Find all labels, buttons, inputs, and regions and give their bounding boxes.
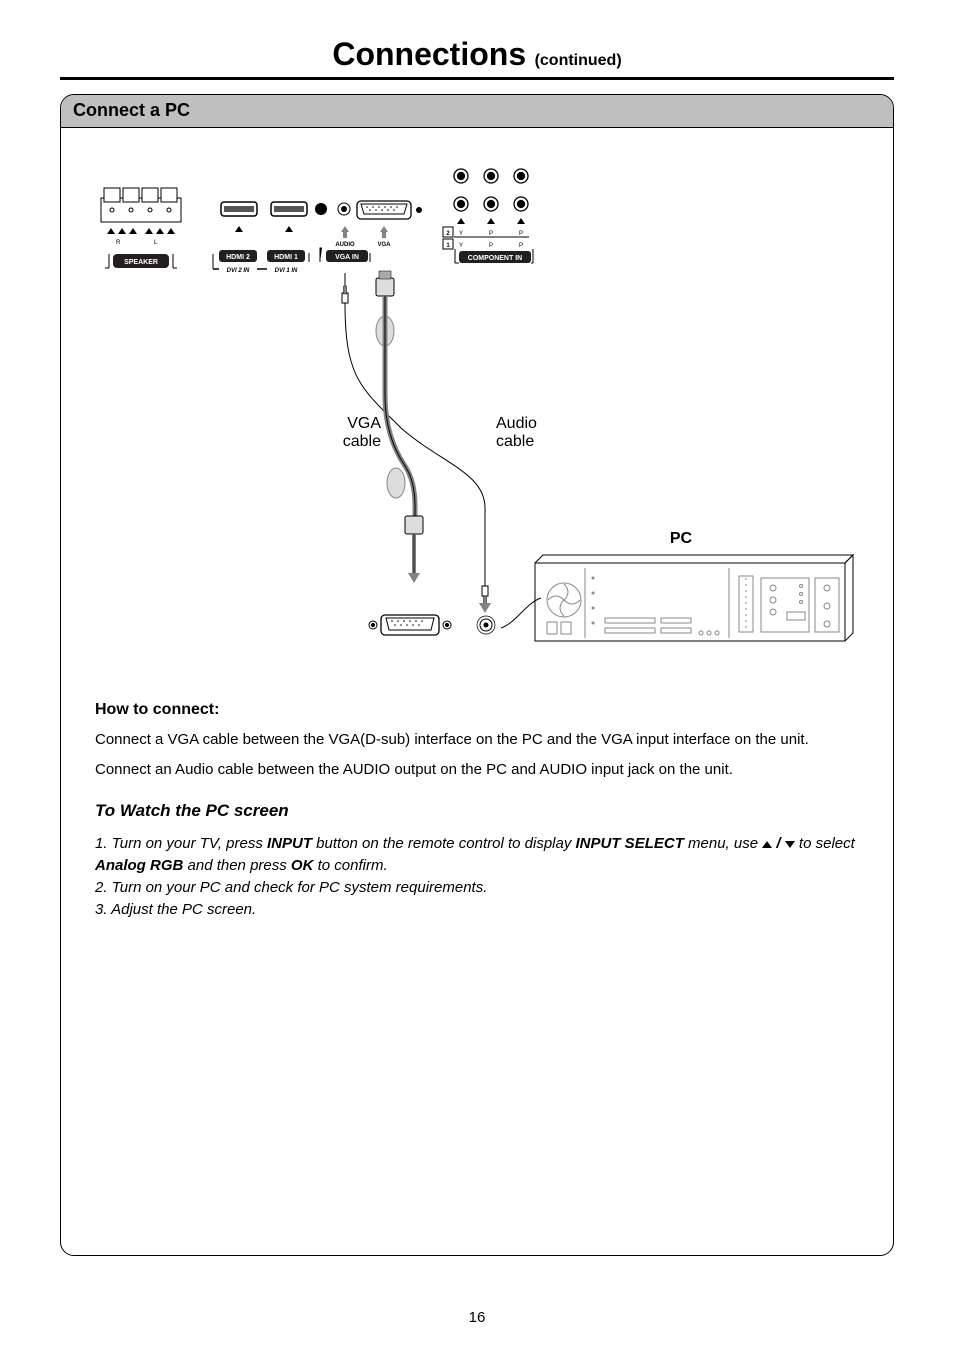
step1-part-e: and then press bbox=[183, 857, 291, 874]
step1-part-f: to confirm. bbox=[313, 857, 387, 874]
how-line-1: Connect a VGA cable between the VGA(D-su… bbox=[95, 729, 859, 751]
component-ports-icon: 2 1 Y P P Y P P COMPONENT IN bbox=[443, 169, 533, 263]
svg-text:COMPONENT IN: COMPONENT IN bbox=[468, 255, 522, 262]
connection-diagram: R L SPEAKER bbox=[61, 128, 893, 688]
watch-heading: To Watch the PC screen bbox=[95, 799, 859, 824]
title-main: Connections bbox=[332, 36, 526, 72]
svg-text:L: L bbox=[154, 240, 158, 246]
vga-cable-label: VGA bbox=[347, 415, 381, 432]
step1-part-a: 1. Turn on your TV, press bbox=[95, 835, 267, 852]
audio-cable-label2: cable bbox=[496, 433, 534, 450]
page-number: 16 bbox=[0, 1309, 954, 1326]
svg-text:DVI 2 IN: DVI 2 IN bbox=[227, 268, 250, 274]
speaker-terminals-icon: R L SPEAKER bbox=[101, 188, 181, 268]
step1-input-word: INPUT bbox=[267, 835, 312, 852]
svg-text:HDMI 1: HDMI 1 bbox=[274, 254, 298, 261]
step-3: 3. Adjust the PC screen. bbox=[95, 899, 859, 921]
svg-text:1: 1 bbox=[446, 243, 450, 249]
triangle-up-icon bbox=[762, 841, 772, 848]
step1-analog-word: Analog RGB bbox=[95, 857, 183, 874]
svg-text:SPEAKER: SPEAKER bbox=[124, 259, 158, 266]
step1-part-c: menu, use bbox=[684, 835, 762, 852]
svg-text:HDMI 2: HDMI 2 bbox=[226, 254, 250, 261]
svg-text:VGA: VGA bbox=[377, 242, 391, 248]
svg-text:DVI 1 IN: DVI 1 IN bbox=[275, 268, 298, 274]
svg-text:2: 2 bbox=[446, 231, 450, 237]
title-continued: (continued) bbox=[535, 52, 622, 69]
svg-text:R: R bbox=[116, 240, 121, 246]
svg-text:Y: Y bbox=[459, 231, 463, 237]
svg-text:P: P bbox=[519, 231, 523, 237]
audio-cable-label: Audio bbox=[496, 415, 537, 432]
arrow-down-icon bbox=[479, 603, 491, 613]
svg-text:P: P bbox=[489, 231, 493, 237]
vga-port-icon: AUDIO VGA VGA IN bbox=[320, 201, 422, 262]
svg-text:VGA IN: VGA IN bbox=[335, 254, 359, 261]
step1-part-d: to select bbox=[795, 835, 855, 852]
step1-part-b: button on the remote control to display bbox=[312, 835, 576, 852]
pc-port-closeup-icon bbox=[369, 615, 495, 635]
vga-cable-label2: cable bbox=[343, 433, 381, 450]
hdmi-ports-icon: HDMI 2 HDMI 1 DVI 2 IN DVI 1 IN bbox=[213, 202, 327, 274]
svg-text:P: P bbox=[489, 243, 493, 249]
triangle-down-icon bbox=[785, 841, 795, 848]
page-title: Connections (continued) bbox=[60, 36, 894, 73]
svg-text:PC: PC bbox=[670, 530, 693, 547]
pc-icon: PC bbox=[501, 530, 853, 641]
main-panel: Connect a PC bbox=[60, 94, 894, 1256]
svg-text:P: P bbox=[519, 243, 523, 249]
how-to-connect-heading: How to connect: bbox=[95, 698, 859, 721]
section-header: Connect a PC bbox=[61, 95, 893, 128]
step-1: 1. Turn on your TV, press INPUT button o… bbox=[95, 833, 859, 877]
svg-text:AUDIO: AUDIO bbox=[335, 242, 355, 248]
step1-ok-word: OK bbox=[291, 857, 314, 874]
how-line-2: Connect an Audio cable between the AUDIO… bbox=[95, 759, 859, 781]
step-2: 2. Turn on your PC and check for PC syst… bbox=[95, 877, 859, 899]
svg-text:Y: Y bbox=[459, 243, 463, 249]
title-rule bbox=[60, 77, 894, 80]
step1-inputselect-word: INPUT SELECT bbox=[576, 835, 684, 852]
